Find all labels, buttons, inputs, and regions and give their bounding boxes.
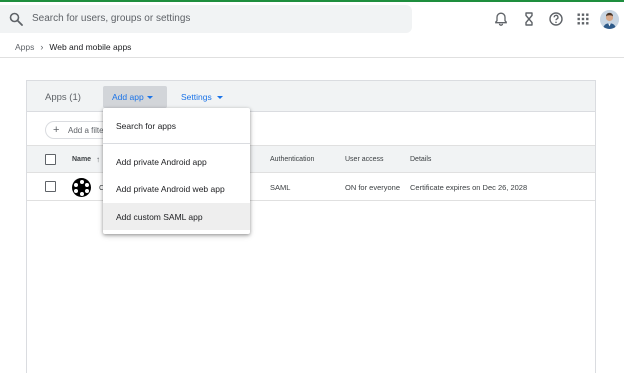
app-user-access: ON for everyone — [345, 183, 401, 192]
menu-item-label: Add private Android app — [116, 157, 207, 167]
apps-count-title: Apps (1) — [45, 92, 81, 103]
menu-item-add-custom-saml-app[interactable]: Add custom SAML app — [103, 203, 250, 230]
column-authentication-header: Authentication — [270, 156, 315, 163]
hourglass-icon[interactable] — [521, 11, 537, 27]
settings-button[interactable]: Settings — [175, 86, 229, 108]
menu-item-label: Add private Android web app — [116, 184, 225, 194]
column-user-access-header: User access — [345, 156, 384, 163]
chevron-down-icon — [217, 96, 223, 99]
breadcrumb-separator: › — [40, 42, 44, 52]
menu-item-add-private-android-web-app[interactable]: Add private Android web app — [103, 175, 250, 202]
help-icon[interactable] — [548, 11, 564, 27]
plus-icon: + — [53, 124, 60, 136]
column-details-header: Details — [410, 156, 432, 163]
add-filter-label: Add a filter — [68, 126, 107, 135]
menu-item-add-private-android-app[interactable]: Add private Android app — [103, 148, 250, 175]
add-app-label: Add app — [112, 92, 144, 102]
avatar[interactable] — [600, 10, 619, 29]
breadcrumb-apps-link[interactable]: Apps — [15, 42, 34, 52]
menu-item-label: Search for apps — [116, 121, 177, 131]
app-authentication: SAML — [270, 183, 291, 192]
menu-item-label: Add custom SAML app — [116, 212, 203, 222]
apps-grid-icon[interactable] — [575, 11, 591, 27]
menu-divider — [103, 143, 250, 144]
settings-label: Settings — [181, 92, 212, 102]
sort-ascending-icon[interactable]: ↑ — [96, 155, 100, 164]
column-name-header[interactable]: Name — [72, 156, 91, 163]
breadcrumb-divider — [0, 57, 624, 58]
row-checkbox[interactable] — [45, 181, 56, 192]
menu-item-search-for-apps[interactable]: Search for apps — [103, 112, 250, 139]
user-avatar-icon — [600, 10, 619, 29]
search-input[interactable]: Search for users, groups or settings — [32, 13, 190, 24]
add-app-button[interactable]: Add app — [103, 86, 167, 108]
app-details: Certificate expires on Dec 26, 2028 — [410, 183, 528, 192]
breadcrumb-current: Web and mobile apps — [49, 42, 132, 52]
search-icon — [9, 12, 23, 26]
notifications-icon[interactable] — [493, 11, 509, 27]
top-bar: Search for users, groups or settings — [0, 2, 624, 36]
search-bar[interactable]: Search for users, groups or settings — [0, 5, 412, 33]
chevron-down-icon — [147, 96, 153, 99]
breadcrumb: Apps › Web and mobile apps — [15, 42, 131, 52]
select-all-checkbox[interactable] — [45, 154, 56, 165]
app-logo-icon — [72, 178, 91, 197]
add-app-menu: Search for apps Add private Android app … — [103, 108, 250, 234]
